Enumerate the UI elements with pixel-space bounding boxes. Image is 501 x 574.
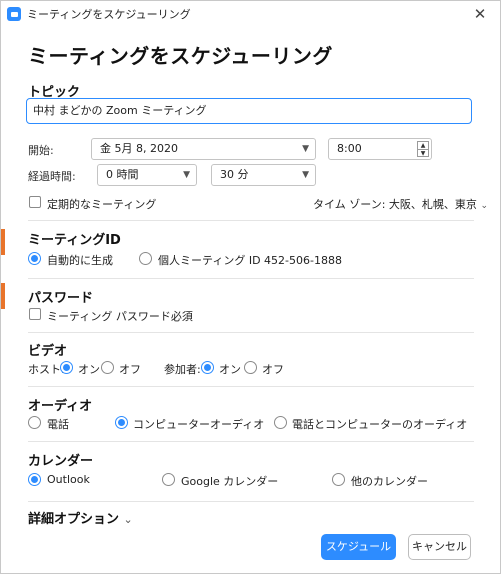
calendar-title: カレンダー <box>28 454 94 469</box>
audio-computer-radio[interactable] <box>115 416 128 429</box>
duration-minutes-select[interactable]: 30 分 ▼ <box>211 164 316 186</box>
duration-label: 経過時間: <box>28 170 76 183</box>
chevron-down-icon: ▼ <box>302 144 309 154</box>
duration-hours-value: 0 時間 <box>106 168 139 181</box>
chevron-down-icon: ▼ <box>302 170 309 180</box>
calendar-other-label: 他のカレンダー <box>351 475 428 488</box>
divider <box>28 278 474 279</box>
audio-computer-label: コンピューターオーディオ <box>133 418 265 431</box>
window-title: ミーティングをスケジューリング <box>27 8 191 21</box>
start-label: 開始: <box>28 144 54 157</box>
page-title: ミーティングをスケジューリング <box>28 44 333 68</box>
video-participants-on-radio[interactable] <box>201 361 214 374</box>
title-bar: ミーティングをスケジューリング ✕ <box>1 1 500 27</box>
video-participants-off-radio[interactable] <box>244 361 257 374</box>
topic-input[interactable]: 中村 まどかの Zoom ミーティング <box>26 98 472 124</box>
calendar-google-label: Google カレンダー <box>181 475 279 488</box>
timezone-select[interactable]: タイム ゾーン: 大阪、札幌、東京 ⌄ <box>313 196 488 212</box>
start-date-value: 金 5月 8, 2020 <box>100 142 178 155</box>
video-host-on-radio[interactable] <box>60 361 73 374</box>
audio-both-radio[interactable] <box>274 416 287 429</box>
timezone-value: タイム ゾーン: 大阪、札幌、東京 <box>313 198 477 211</box>
divider <box>28 501 474 502</box>
audio-phone-label: 電話 <box>47 418 69 431</box>
divider <box>28 441 474 442</box>
start-date-select[interactable]: 金 5月 8, 2020 ▼ <box>91 138 316 160</box>
video-participants-label: 参加者: <box>164 363 201 376</box>
chevron-down-icon: ⌄ <box>123 513 133 526</box>
background-window-edge <box>1 229 5 255</box>
meeting-id-auto-label: 自動的に生成 <box>47 254 113 267</box>
schedule-button[interactable]: スケジュール <box>321 534 396 560</box>
password-required-checkbox[interactable] <box>29 308 41 320</box>
background-window-edge <box>1 283 5 309</box>
calendar-outlook-label: Outlook <box>47 473 90 486</box>
video-participants-off-label: オフ <box>262 363 284 376</box>
meeting-id-personal-radio[interactable] <box>139 252 152 265</box>
video-title: ビデオ <box>28 344 68 359</box>
password-title: パスワード <box>28 291 94 306</box>
start-time-value: 8:00 <box>337 142 362 155</box>
password-required-label: ミーティング パスワード必須 <box>47 310 193 323</box>
chevron-down-icon: ▼ <box>183 170 190 180</box>
meeting-id-auto-radio[interactable] <box>28 252 41 265</box>
calendar-google-radio[interactable] <box>162 473 175 486</box>
zoom-app-icon <box>7 7 21 21</box>
recurring-checkbox[interactable] <box>29 196 41 208</box>
duration-minutes-value: 30 分 <box>220 168 249 181</box>
video-host-off-label: オフ <box>119 363 141 376</box>
video-host-off-radio[interactable] <box>101 361 114 374</box>
audio-phone-radio[interactable] <box>28 416 41 429</box>
audio-both-label: 電話とコンピューターのオーディオ <box>292 418 468 431</box>
calendar-outlook-radio[interactable] <box>28 473 41 486</box>
video-participants-on-label: オン <box>219 363 241 376</box>
start-time-stepper[interactable]: 8:00 ▲ ▼ <box>328 138 432 160</box>
video-host-on-label: オン <box>78 363 100 376</box>
divider <box>28 386 474 387</box>
duration-hours-select[interactable]: 0 時間 ▼ <box>97 164 197 186</box>
audio-title: オーディオ <box>28 399 93 414</box>
time-spinner-icon[interactable]: ▲ ▼ <box>417 141 429 157</box>
meeting-id-title: ミーティングID <box>28 233 121 248</box>
advanced-options-toggle[interactable]: 詳細オプション ⌄ <box>28 508 133 527</box>
close-icon[interactable]: ✕ <box>470 4 490 24</box>
schedule-meeting-window: ミーティングをスケジューリング ✕ ミーティングをスケジューリング トピック 中… <box>0 0 501 574</box>
chevron-down-icon: ⌄ <box>480 201 488 211</box>
cancel-button[interactable]: キャンセル <box>408 534 471 560</box>
divider <box>28 332 474 333</box>
meeting-id-personal-label: 個人ミーティング ID 452-506-1888 <box>158 254 342 267</box>
divider <box>28 220 474 221</box>
recurring-label: 定期的なミーティング <box>47 198 157 211</box>
calendar-other-radio[interactable] <box>332 473 345 486</box>
advanced-options-label: 詳細オプション <box>28 512 120 527</box>
